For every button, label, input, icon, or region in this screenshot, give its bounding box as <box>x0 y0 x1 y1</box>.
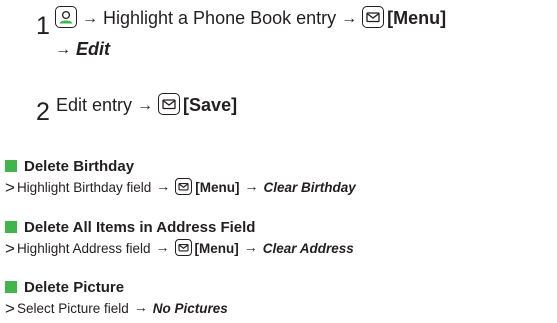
step-instruction-continued: → Edit <box>55 38 110 62</box>
arrow: → <box>55 41 71 58</box>
save-softkey-label: [Save] <box>183 95 238 115</box>
arrowhead-marker: > <box>5 239 15 258</box>
arrow: → <box>244 178 259 194</box>
section-marker-square <box>5 281 17 293</box>
menu-softkey-label: [Menu] <box>387 8 447 28</box>
section-marker-square <box>5 221 17 233</box>
step-instruction: Edit entry → [Save] <box>56 93 237 118</box>
section-instruction: > Select Picture field → No Pictures <box>5 299 228 318</box>
instruction-text: Highlight a Phone Book entry <box>103 8 337 28</box>
arrow: → <box>82 10 98 27</box>
phonebook-key-icon <box>55 6 77 28</box>
mail-key-icon <box>158 93 181 115</box>
section-instruction: > Highlight Address field → [Menu] → Clear A… <box>5 239 354 258</box>
instruction-text: Edit entry <box>56 95 133 115</box>
section-title: Delete Picture <box>24 279 125 296</box>
arrow: → <box>243 239 258 255</box>
menu-option: Clear Birthday <box>263 180 356 195</box>
arrow: → <box>341 10 358 27</box>
arrowhead-marker: > <box>5 178 15 197</box>
section-title: Delete Birthday <box>24 158 135 175</box>
menu-softkey-label: [Menu] <box>194 241 239 256</box>
arrow: → <box>155 239 170 255</box>
step-instruction: → Highlight a Phone Book entry → [Menu] <box>55 6 446 31</box>
instruction-text: Highlight Address field <box>16 241 151 256</box>
step-number: 1 <box>36 12 50 40</box>
mail-key-icon <box>175 178 193 195</box>
section-heading: Delete Picture <box>5 279 124 297</box>
arrow: → <box>137 97 154 114</box>
section-heading: Delete All Items in Address Field <box>5 219 255 237</box>
menu-option: No Pictures <box>152 301 228 316</box>
section-instruction: > Highlight Birthday field → [Menu] → Clear … <box>5 178 356 197</box>
menu-option: Clear Address <box>262 241 354 256</box>
instruction-text: Select Picture field <box>16 301 129 316</box>
menu-softkey-label: [Menu] <box>195 180 240 195</box>
section-title: Delete All Items in Address Field <box>24 219 256 236</box>
arrow: → <box>156 178 171 194</box>
menu-option-edit: Edit <box>76 39 110 59</box>
arrow: → <box>133 299 148 315</box>
mail-key-icon <box>174 239 192 256</box>
arrowhead-marker: > <box>5 299 15 318</box>
step-number: 2 <box>36 98 50 126</box>
instruction-text: Highlight Birthday field <box>16 180 152 195</box>
section-marker-square <box>5 160 17 172</box>
mail-key-icon <box>362 6 385 28</box>
section-heading: Delete Birthday <box>5 158 134 176</box>
